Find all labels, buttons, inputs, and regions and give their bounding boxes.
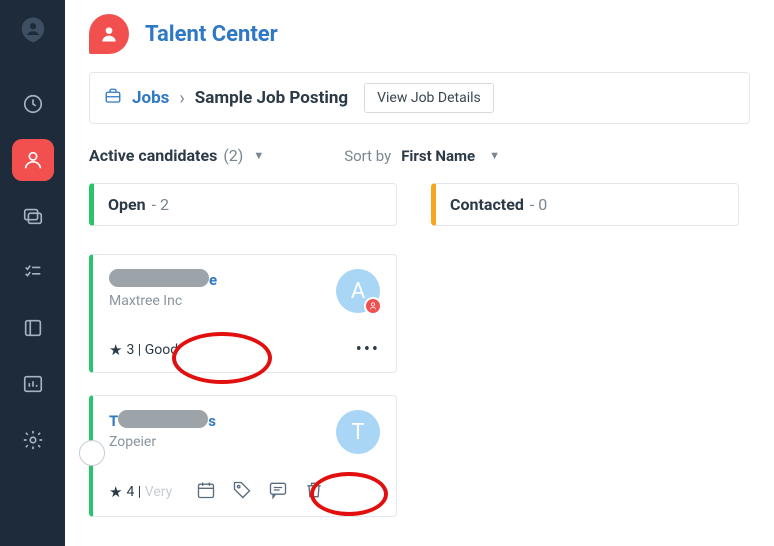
briefcase-icon — [104, 87, 122, 109]
column-header-contacted[interactable]: Contacted - 0 — [431, 183, 739, 226]
column-header-open[interactable]: Open - 2 — [89, 183, 397, 226]
select-checkbox[interactable] — [79, 440, 105, 466]
nav-library[interactable] — [12, 307, 54, 349]
candidate-card[interactable]: Ts Zopeier T ★ 4 | Very — [89, 395, 397, 517]
caret-down-icon: ▼ — [489, 149, 500, 162]
active-count: (2) — [223, 146, 243, 165]
rating-sep: | — [134, 342, 144, 358]
schedule-icon[interactable] — [196, 480, 216, 504]
comment-icon[interactable] — [268, 480, 288, 504]
talent-center-icon — [89, 14, 129, 54]
status-label: Open — [108, 195, 146, 214]
active-label: Active candidates — [89, 146, 217, 165]
rating-sep: | — [134, 484, 144, 500]
avatar: T — [336, 410, 380, 454]
active-candidates-dropdown[interactable]: Active candidates (2) ▼ — [89, 146, 264, 165]
rating-text: Very — [145, 484, 173, 500]
column-open: Open - 2 e Maxtree Inc A — [89, 183, 397, 539]
name-suffix: s — [208, 412, 216, 430]
nav-dashboard[interactable] — [12, 83, 54, 125]
app-logo-icon — [15, 12, 51, 48]
nav-candidates[interactable] — [12, 139, 54, 181]
name-prefix: T — [109, 412, 118, 430]
star-icon: ★ — [109, 341, 122, 359]
list-controls: Active candidates (2) ▼ Sort by First Na… — [89, 146, 750, 165]
caret-down-icon: ▼ — [253, 149, 264, 162]
main-content: Talent Center Jobs › Sample Job Posting … — [65, 0, 774, 546]
star-icon: ★ — [109, 483, 122, 501]
breadcrumb-current: Sample Job Posting — [195, 88, 348, 108]
avatar-letter: A — [351, 279, 365, 304]
nav-messages[interactable] — [12, 195, 54, 237]
breadcrumb-separator: › — [179, 88, 184, 109]
card-more-menu[interactable]: ••• — [356, 339, 380, 360]
avatar: A — [336, 269, 380, 313]
company-name: Zopeier — [109, 434, 336, 450]
nav-reports[interactable] — [12, 363, 54, 405]
sort-label: Sort by — [344, 147, 391, 165]
status-count: - 2 — [152, 195, 169, 214]
name-suffix: e — [209, 271, 217, 289]
sort-dropdown[interactable]: Sort by First Name ▼ — [344, 147, 500, 165]
redacted-name — [118, 410, 208, 428]
page-header: Talent Center — [65, 0, 774, 72]
company-name: Maxtree Inc — [109, 293, 336, 309]
delete-icon[interactable] — [304, 480, 324, 504]
assigned-badge-icon — [364, 297, 382, 315]
avatar-letter: T — [351, 420, 364, 445]
kanban-columns: Open - 2 e Maxtree Inc A — [89, 183, 750, 539]
status-count: - 0 — [530, 195, 547, 214]
breadcrumb-jobs-link[interactable]: Jobs — [132, 88, 169, 108]
status-label: Contacted — [450, 195, 524, 214]
sort-value: First Name — [401, 147, 475, 165]
nav-settings[interactable] — [12, 419, 54, 461]
rating-value: 4 — [126, 484, 134, 500]
tag-icon[interactable] — [232, 480, 252, 504]
rating-value: 3 — [126, 342, 134, 358]
breadcrumb: Jobs › Sample Job Posting View Job Detai… — [89, 72, 750, 124]
candidate-card[interactable]: e Maxtree Inc A ★ 3 — [89, 254, 397, 373]
column-contacted: Contacted - 0 — [431, 183, 739, 539]
rating-text: Good — [145, 342, 178, 358]
view-job-details-button[interactable]: View Job Details — [364, 83, 494, 113]
nav-tasks[interactable] — [12, 251, 54, 293]
page-title: Talent Center — [145, 22, 278, 47]
redacted-name — [109, 269, 209, 287]
left-sidebar — [0, 0, 65, 546]
